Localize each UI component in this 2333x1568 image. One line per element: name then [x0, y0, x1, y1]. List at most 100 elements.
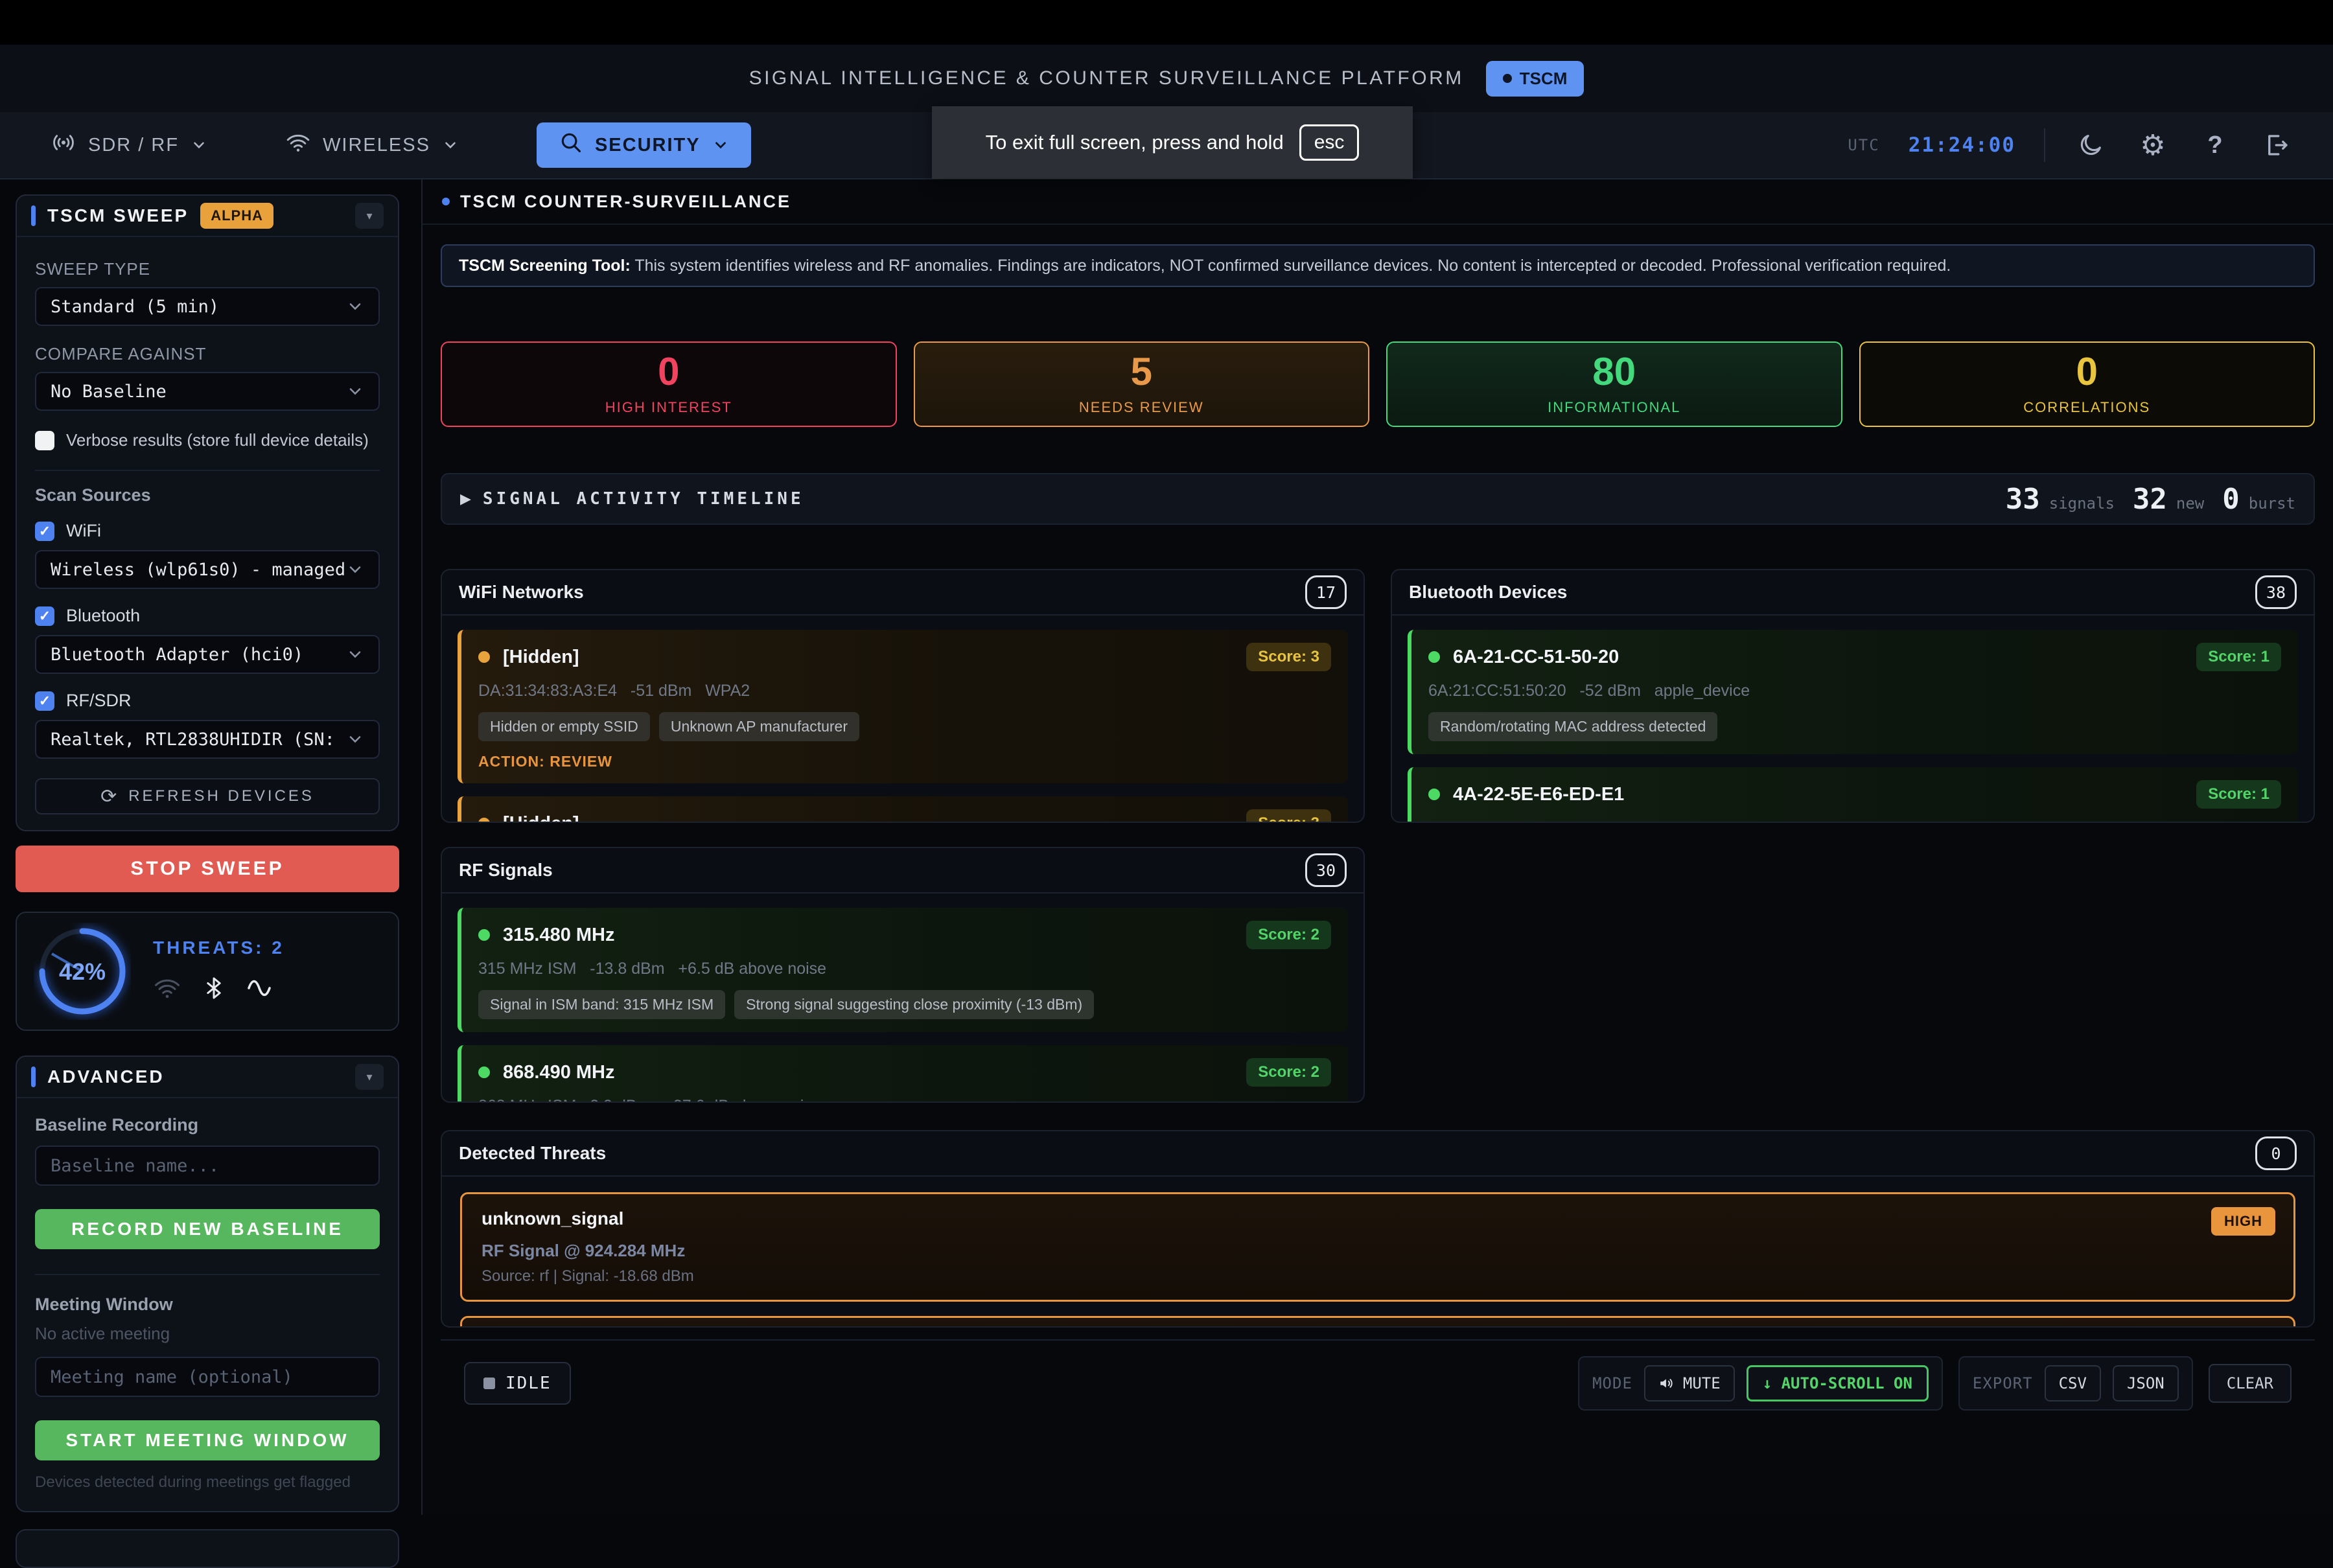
refresh-devices-button[interactable]: ⟳ REFRESH DEVICES	[35, 778, 380, 814]
finding-tag: Random/rotating MAC address detected	[1428, 712, 1717, 741]
stop-sweep-button[interactable]: STOP SWEEP	[16, 846, 399, 892]
next-panel-stub	[16, 1529, 399, 1568]
wifi-count-badge: 17	[1305, 575, 1347, 609]
bluetooth-device-card[interactable]: 6A-21-CC-51-50-20 Score: 1 6A:21:CC:51:5…	[1408, 630, 2298, 754]
compare-against-select[interactable]: No Baseline	[35, 372, 380, 411]
signals-caption: signals	[2049, 494, 2115, 513]
stat-high-interest: 0 HIGH INTEREST	[441, 341, 897, 427]
severity-dot-icon	[478, 818, 490, 823]
baseline-name-input[interactable]	[35, 1146, 380, 1186]
compare-against-label: COMPARE AGAINST	[35, 344, 380, 364]
finding-tags: Signal in ISM band: 315 MHz ISM Strong s…	[478, 990, 1331, 1019]
svg-text:42%: 42%	[59, 958, 106, 985]
wifi-device-card[interactable]: [Hidden] Score: 3 DA:31:34:83:A3:E4 -51 …	[458, 630, 1348, 783]
rf-count-badge: 30	[1305, 853, 1347, 887]
refresh-devices-label: REFRESH DEVICES	[128, 787, 314, 805]
wifi-source-label: WiFi	[66, 521, 101, 541]
threats-count-badge: 0	[2255, 1136, 2297, 1170]
threat-card[interactable]: unknown_signal HIGH RF Signal @ 924.284 …	[460, 1192, 2295, 1302]
finding-tag: Unknown AP manufacturer	[659, 712, 859, 741]
help-icon[interactable]: ?	[2198, 128, 2232, 162]
stats-row: 0 HIGH INTEREST 5 NEEDS REVIEW 80 INFORM…	[441, 341, 2315, 427]
rf-device-select[interactable]: Realtek, RTL2838UHIDIR (SN: 0000	[35, 720, 380, 759]
rf-signal-card[interactable]: 868.490 MHz Score: 2 868 MHz ISM 2.9 dBm…	[458, 1045, 1348, 1103]
meeting-name-input[interactable]	[35, 1357, 380, 1397]
wifi-device-select[interactable]: Wireless (wlp61s0) - managed	[35, 550, 380, 589]
severity-dot-icon	[478, 929, 490, 941]
auto-scroll-button[interactable]: ↓ AUTO-SCROLL ON	[1747, 1365, 1929, 1401]
threats-panel-header: Detected Threats 0	[442, 1131, 2314, 1177]
stat-value: 0	[658, 352, 679, 391]
stat-label: CORRELATIONS	[2023, 399, 2150, 416]
stat-value: 80	[1592, 352, 1636, 391]
stat-informational: 80 INFORMATIONAL	[1386, 341, 1842, 427]
threat-card-partial[interactable]	[460, 1316, 2295, 1328]
engine-state-button[interactable]: IDLE	[464, 1362, 571, 1405]
severity-dot-icon	[478, 651, 490, 663]
speaker-icon	[1658, 1375, 1675, 1392]
badge-dot-icon	[1503, 74, 1512, 83]
wifi-panel-body: [Hidden] Score: 3 DA:31:34:83:A3:E4 -51 …	[442, 616, 1364, 823]
dark-mode-moon-icon[interactable]	[2074, 128, 2107, 162]
sweep-type-select[interactable]: Standard (5 min)	[35, 287, 380, 326]
bluetooth-device-select[interactable]: Bluetooth Adapter (hci0)	[35, 635, 380, 674]
signal-name: 315.480 MHz	[503, 925, 615, 946]
bluetooth-panel-body: 6A-21-CC-51-50-20 Score: 1 6A:21:CC:51:5…	[1392, 616, 2314, 823]
verbose-checkbox[interactable]	[35, 431, 54, 450]
export-json-button[interactable]: JSON	[2113, 1365, 2179, 1401]
device-name: [Hidden]	[503, 813, 579, 824]
rf-source-row[interactable]: ✓ RF/SDR	[35, 691, 380, 711]
start-meeting-button[interactable]: START MEETING WINDOW	[35, 1420, 380, 1460]
settings-gear-icon[interactable]: ⚙	[2136, 128, 2170, 162]
device-name: 6A-21-CC-51-50-20	[1453, 647, 1619, 668]
utc-label: UTC	[1848, 136, 1879, 154]
bluetooth-count-badge: 38	[2255, 575, 2297, 609]
wifi-dim-icon	[153, 974, 181, 1006]
disclaimer-banner: TSCM Screening Tool: This system identif…	[441, 244, 2315, 287]
stat-value: 5	[1131, 352, 1152, 391]
export-csv-button[interactable]: CSV	[2045, 1365, 2101, 1401]
mode-group: MODE MUTE ↓ AUTO-SCROLL ON	[1578, 1356, 1943, 1411]
wifi-checkbox[interactable]: ✓	[35, 522, 54, 541]
accent-bar	[31, 1066, 36, 1087]
mute-button[interactable]: MUTE	[1644, 1365, 1735, 1401]
rf-signal-card[interactable]: 315.480 MHz Score: 2 315 MHz ISM -13.8 d…	[458, 908, 1348, 1032]
statusbar-divider	[441, 1339, 2315, 1341]
signal-meta: 315 MHz ISM -13.8 dBm +6.5 dB above nois…	[478, 960, 1331, 978]
advanced-panel: ADVANCED ▾ Baseline Recording RECORD NEW…	[16, 1055, 399, 1512]
rf-panel-header: RF Signals 30	[442, 848, 1364, 894]
rf-checkbox[interactable]: ✓	[35, 691, 54, 711]
active-source-icons	[153, 974, 284, 1006]
collapse-sweep-button[interactable]: ▾	[355, 203, 384, 229]
device-name: 4A-22-5E-E6-ED-E1	[1453, 784, 1624, 805]
nav-sdr-rf[interactable]: SDR / RF	[51, 130, 207, 161]
nav-wireless[interactable]: WIRELESS	[285, 130, 459, 161]
logout-icon[interactable]	[2260, 128, 2294, 162]
bluetooth-checkbox[interactable]: ✓	[35, 606, 54, 626]
threat-frequency: RF Signal @ 924.284 MHz	[482, 1241, 2274, 1261]
bluetooth-device-card[interactable]: 4A-22-5E-E6-ED-E1 Score: 1 4A:22:5E:E6:E…	[1408, 767, 2298, 823]
bluetooth-source-row[interactable]: ✓ Bluetooth	[35, 606, 380, 626]
wifi-panel-header: WiFi Networks 17	[442, 570, 1364, 616]
alpha-badge: ALPHA	[200, 203, 273, 229]
timeline-counters: 33 signals 32 new 0 burst	[2006, 483, 2295, 516]
wifi-source-row[interactable]: ✓ WiFi	[35, 521, 380, 541]
verbose-label: Verbose results (store full device detai…	[66, 430, 369, 450]
severity-badge: HIGH	[2211, 1207, 2275, 1236]
verbose-checkbox-row[interactable]: Verbose results (store full device detai…	[35, 430, 380, 450]
device-meta: 4A:22:5E:E6:ED:E1 -55 dBm apple_device	[1428, 819, 2281, 823]
wifi-icon	[285, 130, 311, 161]
export-label: EXPORT	[1973, 1374, 2033, 1392]
wifi-device-card[interactable]: [Hidden] Score: 3 CA:1B:F4:8C:4E:76 -79 …	[458, 796, 1348, 823]
burst-caption: burst	[2249, 494, 2295, 513]
collapse-advanced-button[interactable]: ▾	[355, 1064, 384, 1090]
record-baseline-button[interactable]: RECORD NEW BASELINE	[35, 1209, 380, 1249]
nav-security[interactable]: SECURITY	[537, 122, 751, 168]
bluetooth-devices-panel: Bluetooth Devices 38 6A-21-CC-51-50-20 S…	[1391, 569, 2315, 823]
clear-button[interactable]: CLEAR	[2209, 1364, 2292, 1403]
finding-tags: Hidden or empty SSID Unknown AP manufact…	[478, 712, 1331, 741]
signal-name: 868.490 MHz	[503, 1062, 615, 1083]
expand-triangle-icon[interactable]: ▶	[460, 490, 471, 507]
top-black-strip	[0, 0, 2333, 45]
signal-activity-timeline[interactable]: ▶ SIGNAL ACTIVITY TIMELINE 33 signals 32…	[441, 473, 2315, 525]
